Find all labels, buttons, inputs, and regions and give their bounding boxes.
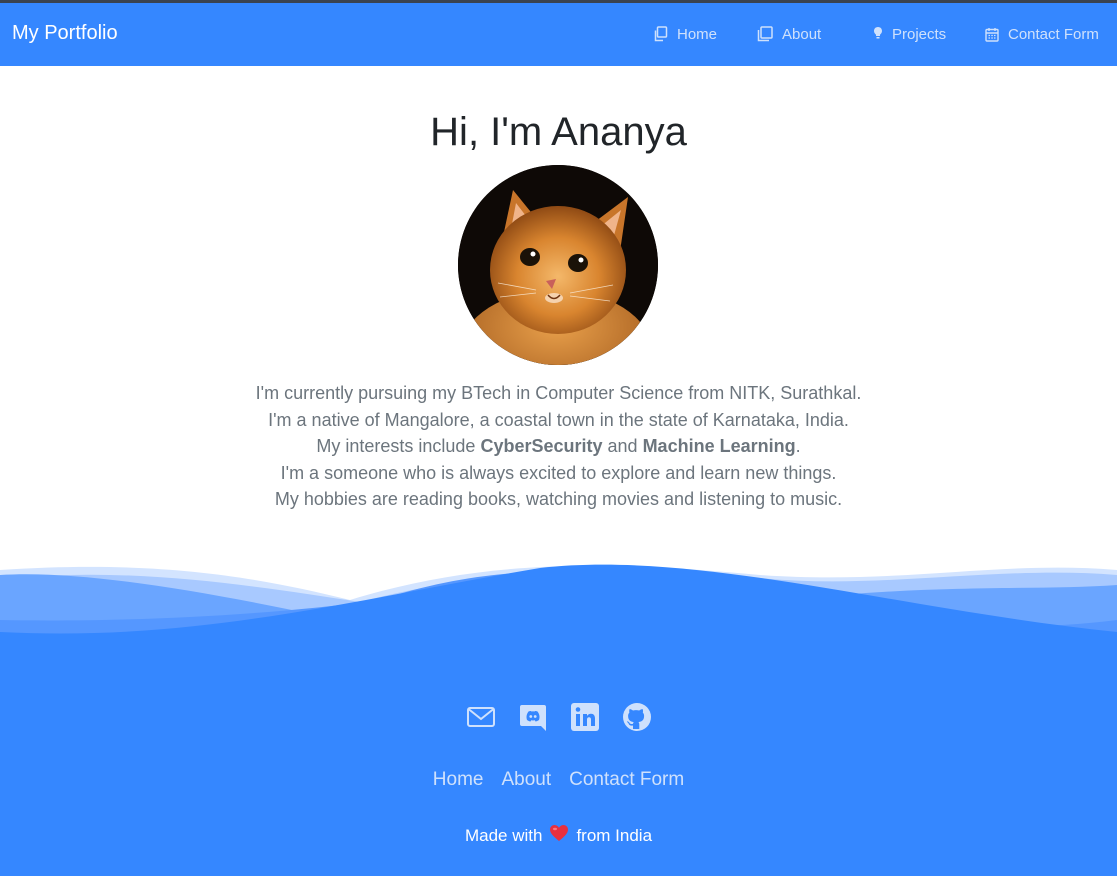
kitten-photo — [458, 165, 658, 365]
footer-link-home[interactable]: Home — [433, 769, 484, 791]
footer-link-about[interactable]: About — [501, 769, 551, 791]
nav-link-label: Projects — [892, 25, 947, 43]
calendar-icon — [985, 27, 999, 42]
bio-line: My hobbies are reading books, watching m… — [274, 489, 843, 509]
pages-icon — [757, 26, 773, 42]
nav-link-label: Contact Form — [1008, 25, 1099, 43]
navbar: My Portfolio Home About Projects Contact… — [0, 3, 1117, 66]
brand-link[interactable]: My Portfolio — [12, 22, 118, 45]
nav-link-label: About — [782, 25, 822, 43]
bio-line: I'm a native of Mangalore, a coastal tow… — [268, 409, 849, 430]
heart-icon — [549, 824, 569, 847]
social-links — [0, 702, 1117, 732]
discord-icon[interactable] — [518, 702, 548, 732]
copy-icon — [653, 26, 668, 42]
interest-cybersecurity: CyberSecurity — [480, 436, 603, 456]
bio-text-span: . — [795, 436, 801, 456]
linkedin-icon[interactable] — [570, 702, 600, 732]
made-prefix: Made with — [464, 825, 543, 845]
footer-links: Home About Contact Form — [0, 769, 1117, 791]
nav-link-projects[interactable]: Projects — [873, 23, 946, 45]
github-icon[interactable] — [622, 702, 652, 732]
mail-icon[interactable] — [466, 702, 496, 732]
page-title: Hi, I'm Ananya — [430, 110, 687, 154]
made-suffix: from India — [576, 825, 653, 845]
bio-line: I'm currently pursuing my BTech in Compu… — [255, 383, 862, 403]
footer-link-contact-form[interactable]: Contact Form — [569, 769, 684, 791]
bio-text-span: and — [602, 436, 643, 456]
nav-link-contact-form[interactable]: Contact Form — [985, 23, 1099, 45]
bulb-icon — [873, 26, 883, 42]
bio-line: My interests include CyberSecurity and M… — [0, 433, 1117, 460]
nav-link-home[interactable]: Home — [653, 23, 717, 45]
bio-text-span: My interests include — [316, 436, 481, 456]
footer-wave — [0, 564, 1117, 640]
nav-link-label: Home — [677, 25, 718, 43]
bio-line: I'm a someone who is always excited to e… — [280, 462, 837, 483]
bio-text: I'm currently pursuing my BTech in Compu… — [0, 380, 1117, 513]
made-with-text: Made with from India — [0, 824, 1117, 847]
interest-machine-learning: Machine Learning — [642, 436, 796, 456]
nav-link-about[interactable]: About — [757, 23, 821, 45]
avatar — [458, 165, 658, 365]
